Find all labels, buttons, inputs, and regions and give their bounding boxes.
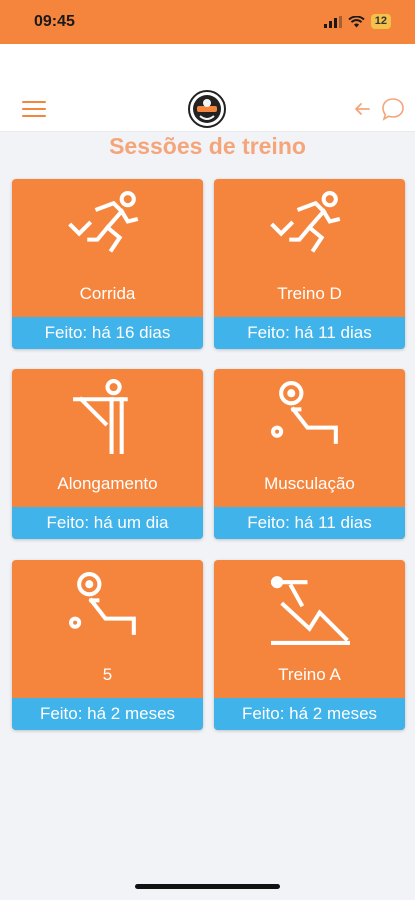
session-card[interactable]: Corrida Feito: há 16 dias: [12, 179, 203, 349]
status-bar: 09:45 12: [0, 0, 415, 44]
session-name: 5: [102, 665, 113, 684]
session-card[interactable]: Alongamento Feito: há um dia: [12, 369, 203, 539]
running-icon: [68, 191, 139, 253]
session-name: Treino A: [278, 665, 341, 684]
arrow-left-icon[interactable]: [352, 99, 372, 119]
session-card[interactable]: Musculação Feito: há 11 dias: [214, 369, 405, 539]
status-time: 09:45: [34, 13, 75, 30]
session-status: Feito: há um dia: [12, 507, 203, 539]
wifi-icon: [348, 15, 365, 27]
chat-bubble-icon[interactable]: [380, 96, 406, 122]
session-status: Feito: há 2 meses: [214, 698, 405, 730]
home-indicator[interactable]: [135, 884, 280, 889]
session-status: Feito: há 11 dias: [214, 507, 405, 539]
session-name: Treino D: [277, 284, 342, 303]
running-icon: [270, 191, 341, 253]
session-card[interactable]: Treino D Feito: há 11 dias: [214, 179, 405, 349]
session-name: Musculação: [264, 474, 355, 493]
weightlifting-icon: [69, 572, 136, 635]
club-logo: [188, 90, 226, 128]
session-status: Feito: há 2 meses: [12, 698, 203, 730]
session-status: Feito: há 11 dias: [214, 317, 405, 349]
battery-icon: 12: [370, 14, 391, 29]
weightlifting-icon: [271, 381, 338, 444]
hamburger-icon[interactable]: [22, 101, 46, 119]
signal-icon: [323, 15, 342, 28]
page-title: Sessões de treino: [109, 133, 306, 159]
bench-press-icon: [271, 576, 350, 645]
status-icons: 12: [323, 14, 391, 29]
stretching-icon: [73, 379, 128, 454]
session-name: Corrida: [79, 284, 136, 303]
session-name: Alongamento: [57, 474, 158, 493]
session-card[interactable]: Treino A Feito: há 2 meses: [214, 560, 405, 730]
session-status: Feito: há 16 dias: [12, 317, 203, 349]
session-card[interactable]: 5 Feito: há 2 meses: [12, 560, 203, 730]
